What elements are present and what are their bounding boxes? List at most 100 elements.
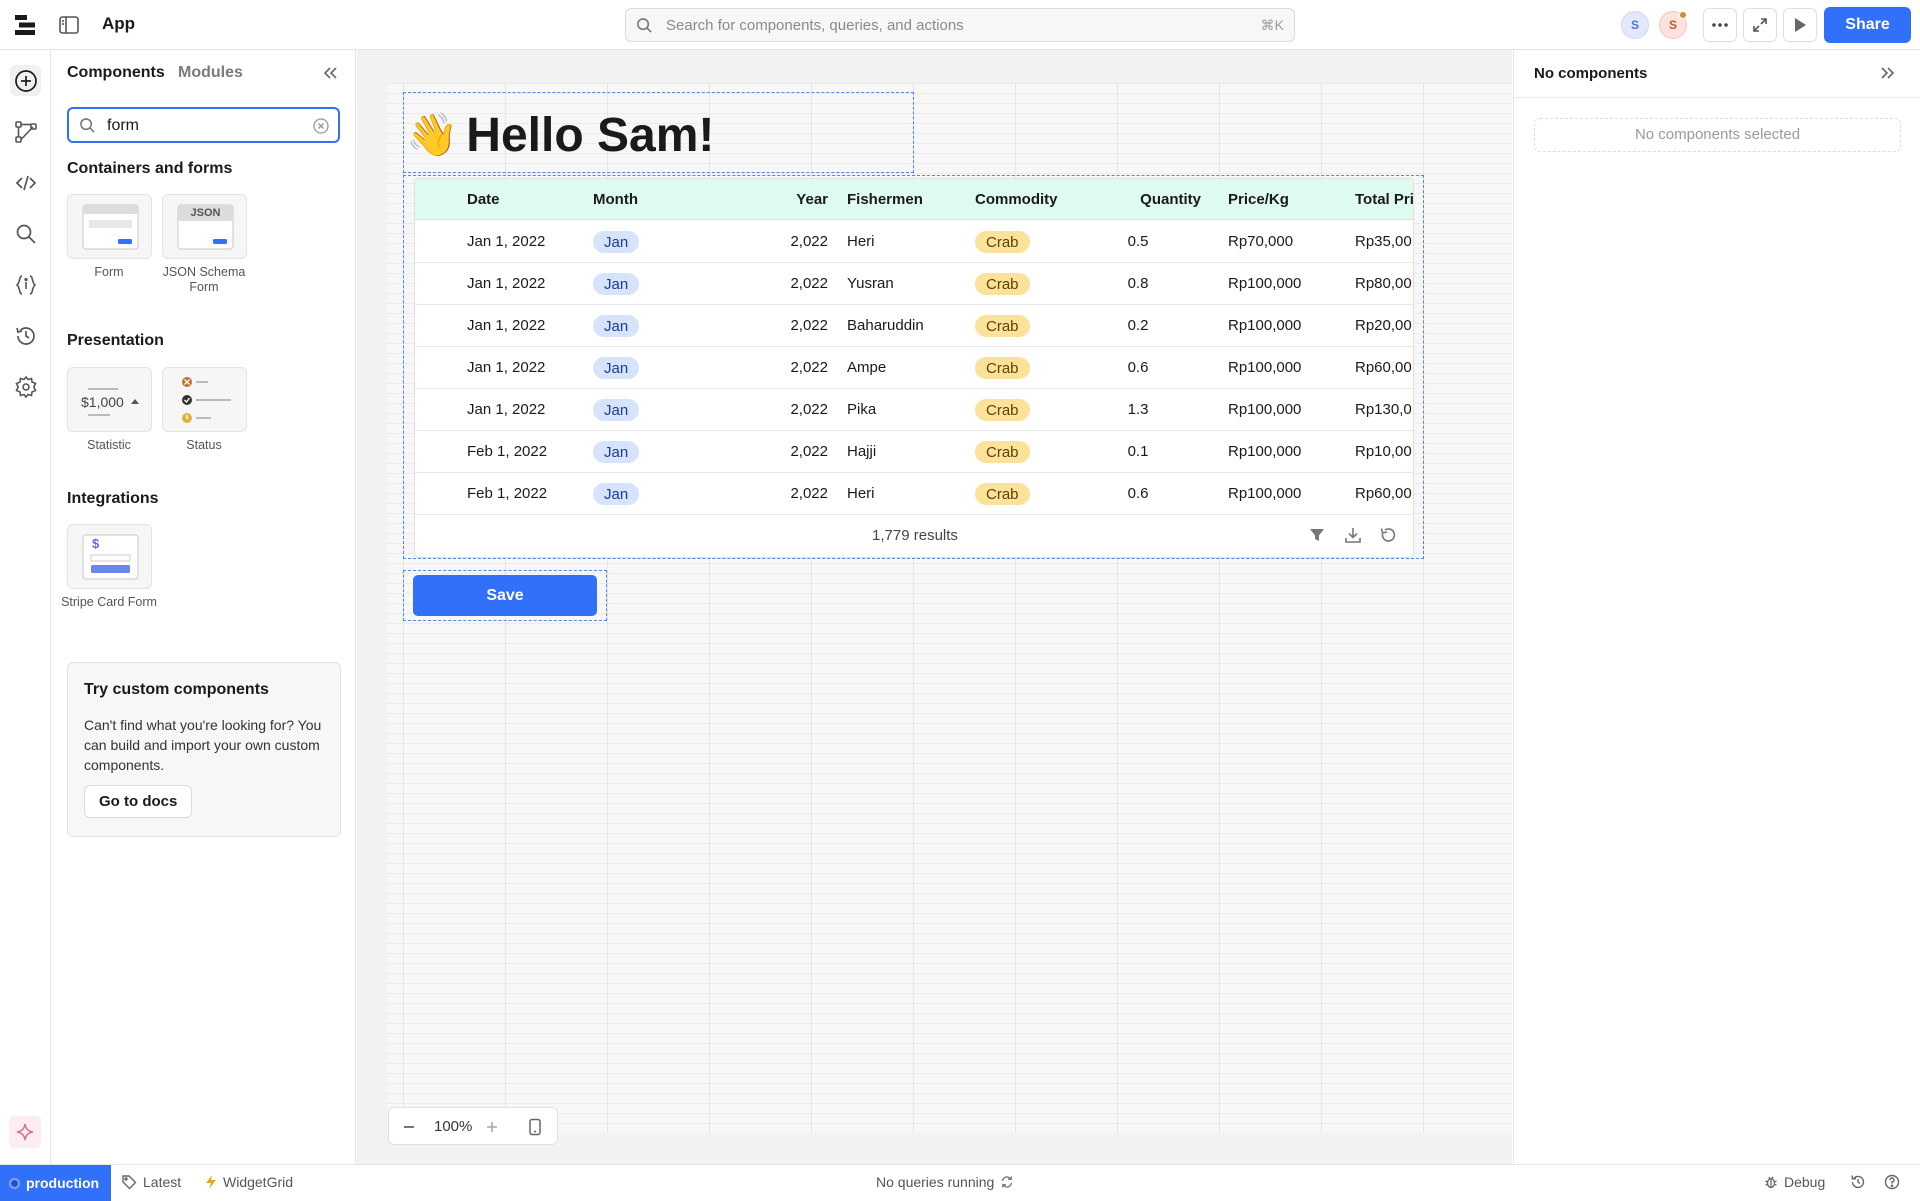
data-table[interactable]: Date Month Year Fishermen Commodity Quan… (414, 178, 1414, 558)
release-tag[interactable]: Latest (121, 1174, 181, 1190)
month-tag: Jan (593, 315, 640, 337)
go-to-docs-button[interactable]: Go to docs (84, 785, 193, 818)
history-icon[interactable] (1850, 1174, 1866, 1190)
cell-year: 2,022 (790, 485, 828, 502)
download-icon[interactable] (1344, 526, 1362, 544)
component-search-input[interactable]: form (67, 107, 340, 143)
cell-fishermen: Heri (847, 485, 875, 502)
zoom-in-icon[interactable] (484, 1119, 500, 1135)
widget-grid-link[interactable]: WidgetGrid (205, 1174, 293, 1190)
cell-fishermen: Pika (847, 401, 877, 418)
column-header[interactable]: Quantity (1075, 191, 1201, 208)
environment-label: production (26, 1175, 100, 1191)
table-row[interactable]: Jan 1, 2022 Jan 2,022 Ampe Crab 0.6 Rp100,000 R… (415, 347, 1413, 389)
history-icon[interactable] (10, 320, 41, 351)
waving-hand-icon: 👋 (406, 111, 459, 158)
environment-dot-icon (9, 1177, 20, 1189)
table-row[interactable]: Jan 1, 2022 Jan 2,022 Baharuddin Crab 0.2 Rp10… (415, 305, 1413, 347)
cell-year: 2,022 (790, 443, 828, 460)
avatar[interactable]: S (1621, 11, 1649, 39)
search-shortcut: ⌘K (1260, 17, 1284, 33)
collapse-panel-icon[interactable] (322, 66, 338, 80)
tab-components[interactable]: Components (67, 64, 165, 82)
custom-components-card: Try custom components Can't find what yo… (67, 662, 341, 837)
gear-icon[interactable] (10, 371, 41, 402)
state-variables-icon[interactable] (10, 269, 41, 300)
column-header[interactable]: Fishermen (847, 191, 923, 208)
environment-selector[interactable]: production (0, 1165, 111, 1201)
month-tag: Jan (593, 231, 640, 253)
debug-label: Debug (1784, 1174, 1826, 1190)
refresh-icon[interactable] (1379, 526, 1397, 544)
search-icon[interactable] (10, 218, 41, 249)
ellipsis-icon (1712, 23, 1728, 27)
cell-total: Rp60,00 (1355, 485, 1412, 502)
form-component-tile[interactable] (67, 194, 152, 259)
code-icon[interactable] (10, 167, 41, 198)
cell-quantity: 0.8 (1127, 275, 1149, 292)
cell-year: 2,022 (790, 359, 828, 376)
status-component-tile[interactable] (162, 367, 247, 432)
inspector-title: No components (1534, 65, 1648, 82)
commodity-tag: Crab (975, 483, 1030, 505)
fullscreen-button[interactable] (1743, 8, 1777, 42)
zoom-control: 100% (388, 1107, 558, 1145)
cell-price: Rp70,000 (1228, 233, 1294, 250)
table-row[interactable]: Jan 1, 2022 Jan 2,022 Yusran Crab 0.8 Rp100,00… (415, 263, 1413, 305)
column-header[interactable]: Price/Kg (1228, 191, 1289, 208)
cell-price: Rp100,000 (1228, 317, 1302, 334)
greeting-label: Hello Sam! (466, 109, 715, 162)
json-badge: JSON (190, 207, 221, 219)
global-search-input[interactable]: Search for components, queries, and acti… (625, 8, 1295, 42)
cell-fishermen: Baharuddin (847, 317, 924, 334)
bug-icon (1765, 1176, 1777, 1189)
help-icon[interactable] (1884, 1174, 1900, 1190)
sidebar-toggle-icon[interactable] (58, 14, 80, 36)
app-title[interactable]: App (102, 14, 135, 34)
cell-quantity: 0.6 (1127, 485, 1149, 502)
table-row[interactable]: Jan 1, 2022 Jan 2,022 Heri Crab 0.5 Rp70,000 Rp… (415, 221, 1413, 263)
cell-fishermen: Heri (847, 233, 875, 250)
retool-logo-icon[interactable] (14, 13, 38, 37)
month-tag: Jan (593, 399, 640, 421)
section-title: Presentation (67, 332, 164, 349)
share-button[interactable]: Share (1824, 7, 1911, 43)
tab-modules[interactable]: Modules (178, 64, 243, 82)
month-tag: Jan (593, 273, 640, 295)
tile-label: Statistic (87, 438, 131, 452)
more-options-button[interactable] (1703, 8, 1737, 42)
ai-assist-button[interactable] (9, 1116, 41, 1148)
greeting-text[interactable]: 👋 Hello Sam! (406, 108, 714, 163)
zoom-level: 100% (434, 1118, 473, 1135)
column-header[interactable]: Commodity (975, 191, 1058, 208)
debug-button[interactable]: Debug (1764, 1174, 1825, 1190)
expand-panel-icon[interactable] (1880, 66, 1896, 80)
save-button[interactable]: Save (413, 575, 597, 616)
tile-label: JSON Schema Form (162, 265, 246, 294)
column-header[interactable]: Year (695, 191, 828, 208)
json-schema-form-tile[interactable]: JSON (162, 194, 247, 259)
empty-selection: No components selected (1534, 118, 1901, 152)
column-header[interactable]: Total Pri (1355, 191, 1413, 208)
filter-icon[interactable] (1308, 526, 1326, 544)
column-header[interactable]: Month (593, 191, 638, 208)
zoom-out-icon[interactable] (401, 1119, 417, 1135)
cell-total: Rp60,00 (1355, 359, 1412, 376)
table-row[interactable]: Feb 1, 2022 Jan 2,022 Hajji Crab 0.1 Rp100,000… (415, 431, 1413, 473)
search-icon (636, 17, 653, 34)
stripe-card-form-tile[interactable]: $ (67, 524, 152, 589)
cell-price: Rp100,000 (1228, 443, 1302, 460)
preview-button[interactable] (1783, 8, 1817, 42)
avatar[interactable]: S (1659, 11, 1687, 39)
table-footer: 1,779 results (415, 514, 1413, 557)
workflow-icon[interactable] (10, 116, 41, 147)
refresh-icon (1002, 1176, 1013, 1188)
clear-search-icon[interactable] (313, 118, 329, 134)
column-header[interactable]: Date (467, 191, 500, 208)
add-component-icon[interactable] (10, 65, 41, 96)
cell-date: Jan 1, 2022 (467, 317, 546, 334)
table-row[interactable]: Feb 1, 2022 Jan 2,022 Heri Crab 0.6 Rp100,000 R… (415, 473, 1413, 515)
mobile-view-icon[interactable] (528, 1118, 542, 1136)
statistic-component-tile[interactable]: $1,000 (67, 367, 152, 432)
table-row[interactable]: Jan 1, 2022 Jan 2,022 Pika Crab 1.3 Rp100,000 R… (415, 389, 1413, 431)
